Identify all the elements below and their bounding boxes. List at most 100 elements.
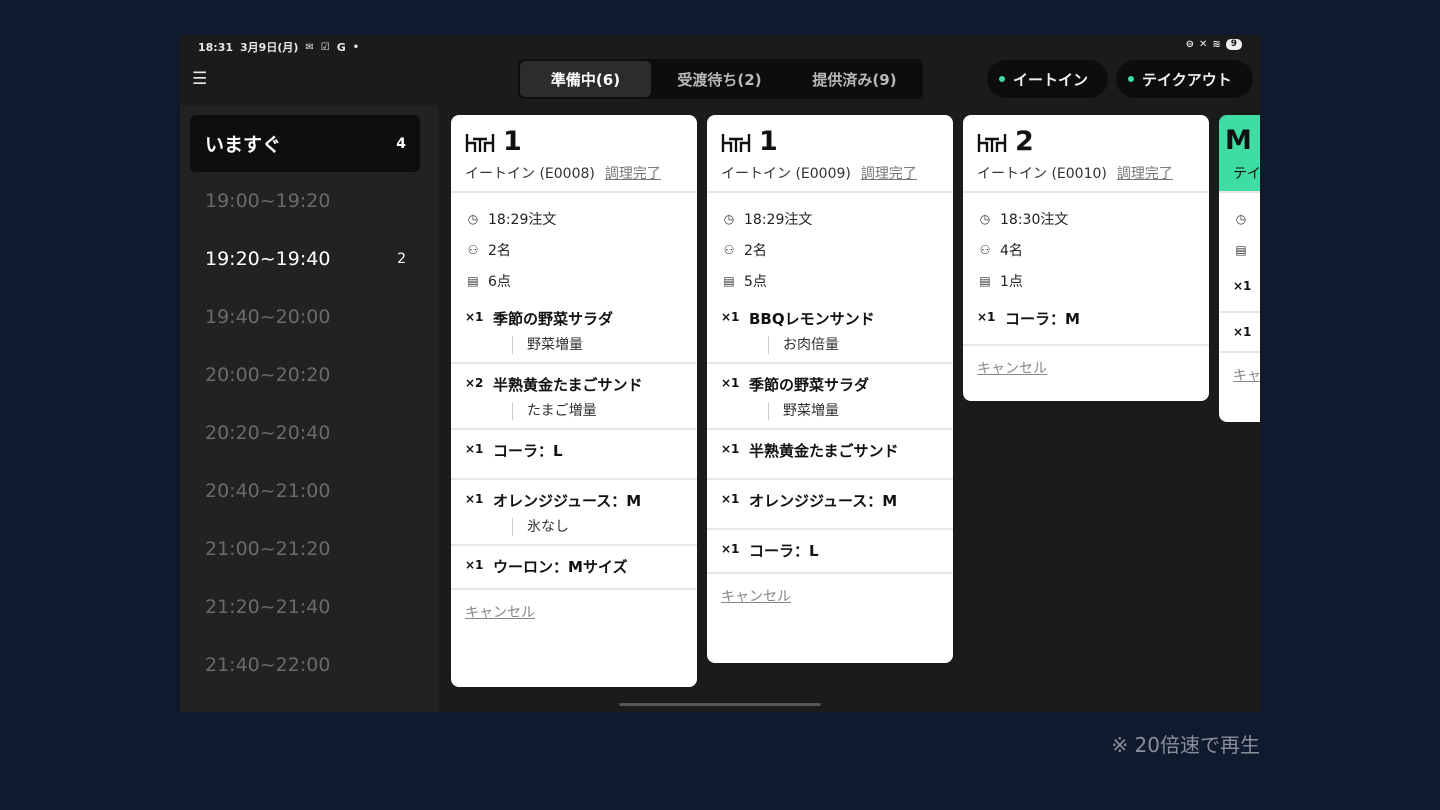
cancel-link[interactable]: キャ <box>1219 353 1260 399</box>
item-qty: ×1 <box>1233 279 1252 293</box>
people-icon: ⚇ <box>979 242 991 257</box>
cooking-done-link[interactable]: 調理完了 <box>605 166 661 182</box>
slot-label: いますぐ <box>205 134 282 156</box>
order-card[interactable]: 1 イートイン (E0009) 調理完了 ◷ 18:29注文 ⚇ 2名 ▤ 5点 ×1 B… <box>707 115 953 663</box>
order-board: 1 イートイン (E0008) 調理完了 ◷ 18:29注文 ⚇ 2名 ▤ 6点 ×1 季… <box>442 105 1260 712</box>
filter-eatin[interactable]: イートイン <box>987 60 1108 98</box>
people-icon: ⚇ <box>467 242 479 257</box>
order-item[interactable]: ×1 <box>1219 267 1260 313</box>
order-meta: ◷ 18:29注文 ⚇ 2名 ▤ 5点 <box>707 193 953 298</box>
table-number: 1 <box>759 126 778 157</box>
slot-count: 4 <box>396 135 406 152</box>
slot-2040[interactable]: 20:40~21:00 <box>190 462 420 520</box>
item-count: 6点 <box>488 273 511 290</box>
tab-preparing[interactable]: 準備中(6) <box>520 61 651 97</box>
slot-now[interactable]: いますぐ 4 <box>190 115 420 172</box>
order-card[interactable]: 2 イートイン (E0010) 調理完了 ◷ 18:30注文 ⚇ 4名 ▤ 1点 ×1 コ… <box>963 115 1209 401</box>
item-option: 氷なし <box>512 518 683 536</box>
menu-icon[interactable]: ☰ <box>192 71 207 88</box>
slot-2100[interactable]: 21:00~21:20 <box>190 520 420 578</box>
table-number: 1 <box>503 126 522 157</box>
order-item[interactable]: ×1 コーラ：M <box>963 298 1209 346</box>
order-card[interactable]: M テイ ◷ ▤ ×1 ×1 キャ <box>1219 115 1260 422</box>
order-info: イートイン (E0009) 調理完了 <box>721 163 917 183</box>
item-option: 野菜増量 <box>768 402 939 420</box>
table-number: 2 <box>1015 126 1034 157</box>
status-bar: 18:31 3月9日(月) ✉ ☑ G • ⊖ ✕ ≋ 9 <box>180 35 1260 55</box>
table-icon <box>721 134 751 152</box>
tab-served[interactable]: 提供済み(9) <box>788 61 921 97</box>
filter-takeout[interactable]: テイクアウト <box>1116 60 1253 98</box>
receipt-icon: ▤ <box>979 273 991 288</box>
slot-2140[interactable]: 21:40~22:00 <box>190 636 420 694</box>
slot-2020[interactable]: 20:20~20:40 <box>190 404 420 462</box>
order-item[interactable]: ×1 オレンジジュース：M 氷なし <box>451 480 697 546</box>
slot-label: 20:00~20:20 <box>205 364 331 386</box>
item-qty: ×1 <box>721 376 740 390</box>
cancel-link[interactable]: キャンセル <box>963 346 1209 392</box>
tab-waiting-pickup[interactable]: 受渡待ち(2) <box>651 61 788 97</box>
order-item[interactable]: ×1 <box>1219 313 1260 353</box>
item-qty: ×1 <box>721 492 740 506</box>
order-id: イートイン (E0009) <box>721 166 851 182</box>
item-count: 1点 <box>1000 273 1023 290</box>
order-item[interactable]: ×1 BBQレモンサンド お肉倍量 <box>707 298 953 364</box>
item-name: オレンジジュース：M <box>749 492 898 510</box>
order-time: 18:30注文 <box>1000 211 1069 228</box>
order-card-header: M テイ <box>1219 115 1260 193</box>
item-option: お肉倍量 <box>768 336 939 354</box>
status-date: 3月9日(月) <box>240 41 299 54</box>
dnd-icon: ⊖ <box>1185 39 1194 50</box>
order-info: イートイン (E0010) 調理完了 <box>977 163 1173 183</box>
item-qty: ×1 <box>721 310 740 324</box>
order-time: 18:29注文 <box>488 211 557 228</box>
time-slot-sidebar: いますぐ 4 19:00~19:20 19:20~19:40 2 19:40~2… <box>180 105 438 712</box>
order-card[interactable]: 1 イートイン (E0008) 調理完了 ◷ 18:29注文 ⚇ 2名 ▤ 6点 ×1 季… <box>451 115 697 687</box>
order-item[interactable]: ×1 季節の野菜サラダ 野菜増量 <box>707 364 953 430</box>
wifi-icon: ≋ <box>1212 39 1221 50</box>
slot-1940[interactable]: 19:40~20:00 <box>190 288 420 346</box>
slot-label: 19:20~19:40 <box>205 248 331 270</box>
order-item[interactable]: ×1 オレンジジュース：M <box>707 480 953 530</box>
clock-icon: ◷ <box>467 211 479 226</box>
order-item[interactable]: ×1 半熟黄金たまごサンド <box>707 430 953 480</box>
takeout-dot-icon <box>1128 76 1134 82</box>
slot-2000[interactable]: 20:00~20:20 <box>190 346 420 404</box>
receipt-icon: ▤ <box>1235 242 1247 257</box>
clock-icon: ◷ <box>723 211 735 226</box>
order-item[interactable]: ×1 ウーロン：Mサイズ <box>451 546 697 590</box>
slot-1920[interactable]: 19:20~19:40 2 <box>190 230 420 288</box>
cooking-done-link[interactable]: 調理完了 <box>861 166 917 182</box>
order-item[interactable]: ×1 季節の野菜サラダ 野菜増量 <box>451 298 697 364</box>
order-card-header: 1 イートイン (E0009) 調理完了 <box>707 115 953 193</box>
g-notification: G <box>336 40 346 54</box>
order-item[interactable]: ×2 半熟黄金たまごサンド たまご増量 <box>451 364 697 430</box>
people-icon: ⚇ <box>723 242 735 257</box>
item-qty: ×1 <box>721 542 740 556</box>
order-meta: ◷ 18:29注文 ⚇ 2名 ▤ 6点 <box>451 193 697 298</box>
footnote: ※ 20倍速で再生 <box>1111 733 1260 757</box>
slot-label: 20:20~20:40 <box>205 422 331 444</box>
slot-label: 19:40~20:00 <box>205 306 331 328</box>
cancel-link[interactable]: キャンセル <box>707 574 953 620</box>
slot-2120[interactable]: 21:20~21:40 <box>190 578 420 636</box>
order-id: イートイン (E0010) <box>977 166 1107 182</box>
status-tabs: 準備中(6) 受渡待ち(2) 提供済み(9) <box>518 59 923 99</box>
order-item[interactable]: ×1 コーラ：L <box>451 430 697 480</box>
table-icon <box>465 134 495 152</box>
clock-icon: ◷ <box>979 211 991 226</box>
order-item[interactable]: ×1 コーラ：L <box>707 530 953 574</box>
horizontal-scrollbar[interactable] <box>619 703 821 706</box>
item-name: オレンジジュース：M <box>493 492 642 510</box>
order-card-header: 2 イートイン (E0010) 調理完了 <box>963 115 1209 193</box>
cancel-link[interactable]: キャンセル <box>451 590 697 636</box>
table-icon <box>977 134 1007 152</box>
slot-1900[interactable]: 19:00~19:20 <box>190 172 420 230</box>
slot-label: 21:00~21:20 <box>205 538 331 560</box>
item-name: BBQレモンサンド <box>749 310 875 328</box>
item-option: たまご増量 <box>512 402 683 420</box>
party-size: 4名 <box>1000 242 1023 259</box>
order-id: テイ <box>1233 166 1260 182</box>
cooking-done-link[interactable]: 調理完了 <box>1117 166 1173 182</box>
item-name: 季節の野菜サラダ <box>493 310 614 328</box>
